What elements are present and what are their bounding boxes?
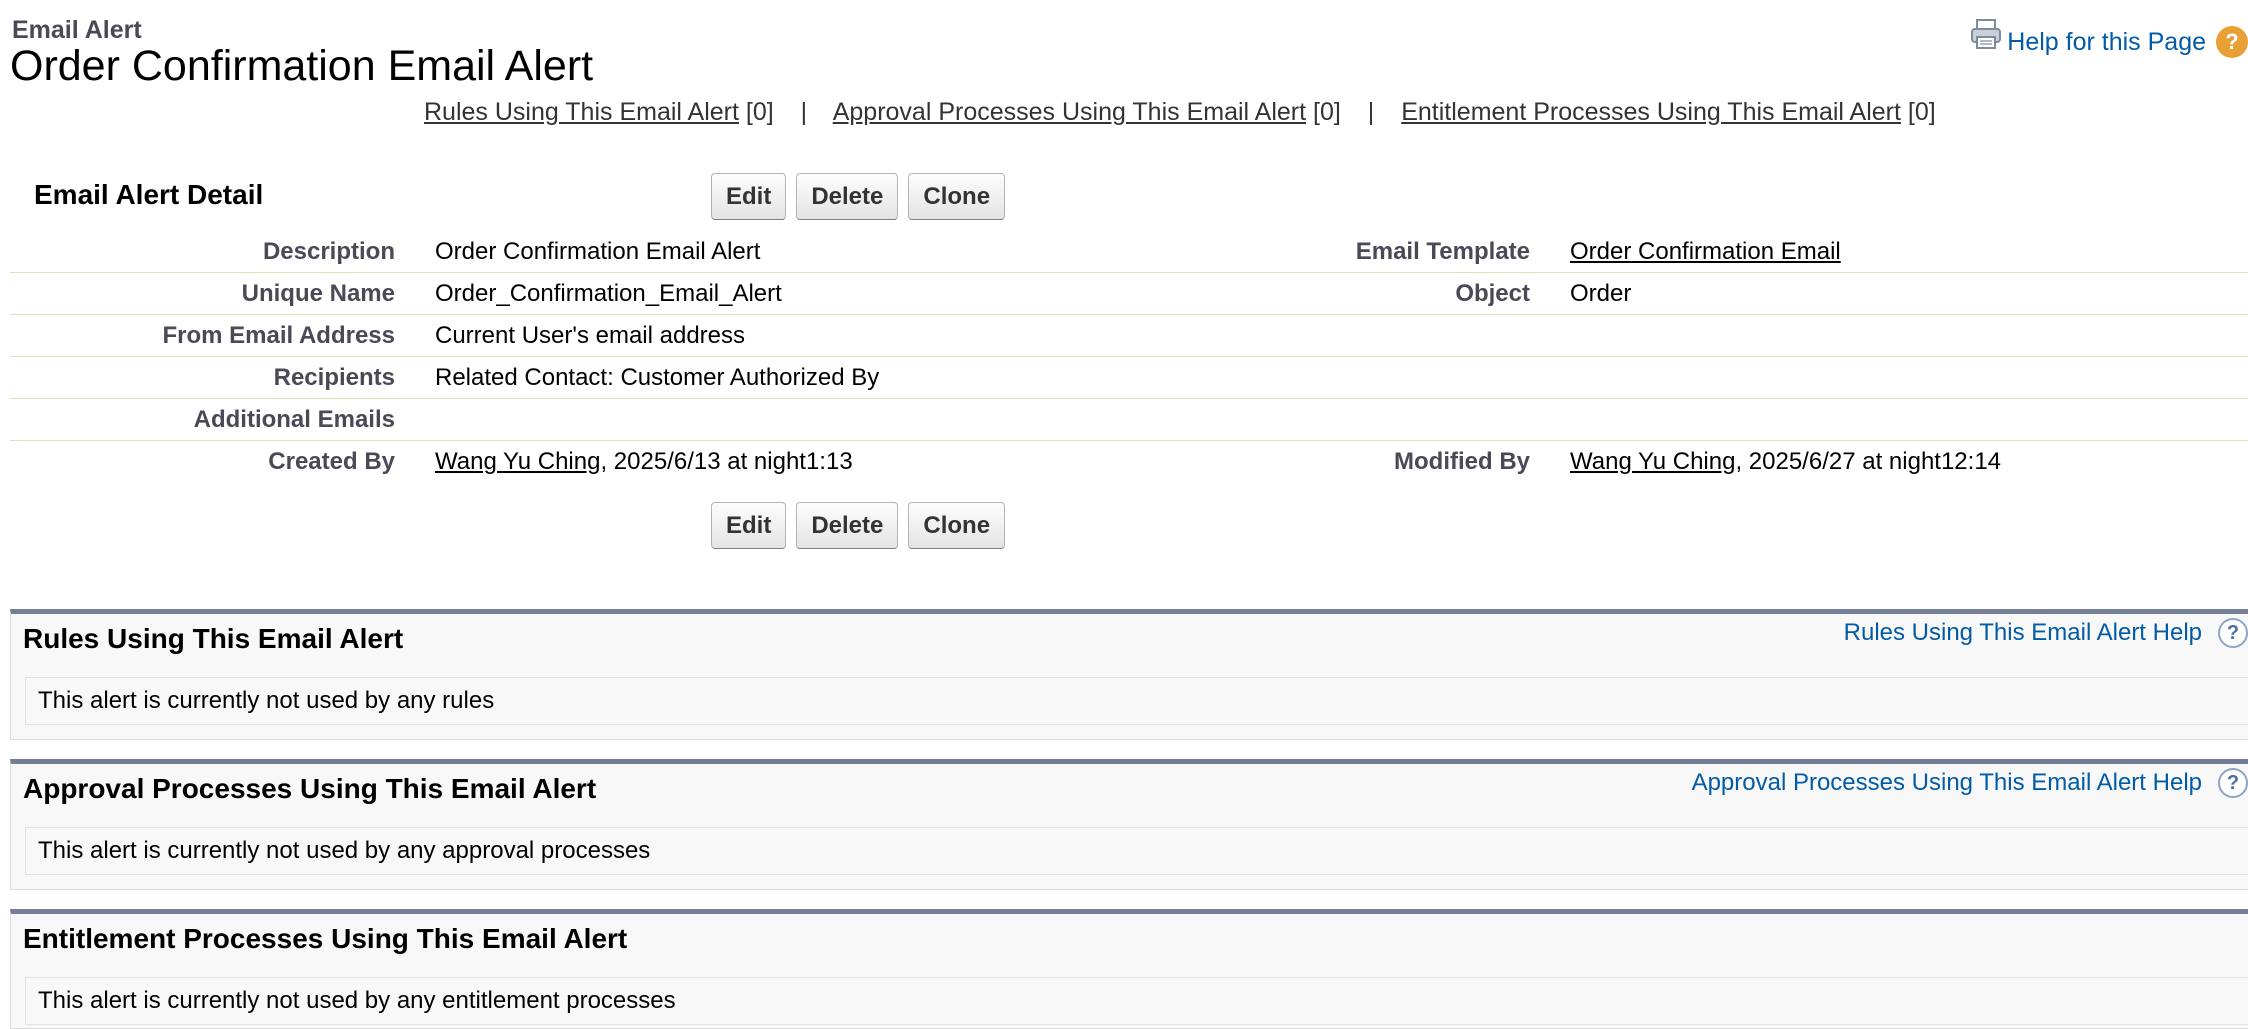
related-list-empty-message: This alert is currently not used by any … bbox=[25, 827, 2248, 875]
detail-table: Description Order Confirmation Email Ale… bbox=[10, 231, 2248, 483]
related-link-entitlement-processes[interactable]: Entitlement Processes Using This Email A… bbox=[1401, 98, 1901, 126]
related-link-entitlement-count: [0] bbox=[1907, 98, 1936, 126]
detail-buttons-top: Edit Delete Clone bbox=[711, 173, 1006, 220]
description-value: Order Confirmation Email Alert bbox=[435, 237, 761, 265]
related-list-help: Approval Processes Using This Email Aler… bbox=[1692, 768, 2248, 798]
printer-icon[interactable] bbox=[1969, 17, 2003, 51]
related-links-bar: Rules Using This Email Alert [0] | Appro… bbox=[424, 98, 1936, 127]
separator: | bbox=[1367, 98, 1375, 126]
created-by-value: Wang Yu Ching, 2025/6/13 at night1:13 bbox=[395, 448, 1165, 476]
related-link-approval-count: [0] bbox=[1313, 98, 1341, 126]
clone-button[interactable]: Clone bbox=[908, 502, 1006, 549]
separator: | bbox=[800, 98, 808, 126]
recipients-label: Recipients bbox=[273, 363, 395, 391]
related-list-approval-processes: Approval Processes Using This Email Aler… bbox=[10, 759, 2248, 890]
question-icon[interactable]: ? bbox=[2218, 618, 2248, 648]
help-icon[interactable]: ? bbox=[2216, 26, 2248, 58]
from-email-label: From Email Address bbox=[162, 321, 395, 349]
help-for-this-page-link[interactable]: Help for this Page bbox=[2007, 28, 2206, 57]
related-list-title: Rules Using This Email Alert bbox=[23, 623, 404, 654]
detail-row: From Email Address Current User's email … bbox=[10, 315, 2248, 357]
related-list-help: Rules Using This Email Alert Help ? bbox=[1844, 618, 2248, 648]
email-template-label: Email Template bbox=[1355, 237, 1530, 265]
detail-row: Unique Name Order_Confirmation_Email_Ale… bbox=[10, 273, 2248, 315]
page-help: Help for this Page ? bbox=[1969, 17, 2248, 58]
created-by-date: , 2025/6/13 at night1:13 bbox=[600, 448, 853, 475]
recipients-value: Related Contact: Customer Authorized By bbox=[435, 363, 880, 391]
unique-name-value: Order_Confirmation_Email_Alert bbox=[435, 279, 782, 307]
detail-row: Description Order Confirmation Email Ale… bbox=[10, 231, 2248, 273]
modified-by-value: Wang Yu Ching, 2025/6/27 at night12:14 bbox=[1530, 448, 2001, 476]
created-by-label: Created By bbox=[268, 448, 395, 475]
related-link-approval-processes[interactable]: Approval Processes Using This Email Aler… bbox=[833, 98, 1306, 126]
related-list-empty-message: This alert is currently not used by any … bbox=[25, 677, 2248, 725]
detail-row: Recipients Related Contact: Customer Aut… bbox=[10, 357, 2248, 399]
related-list-title: Entitlement Processes Using This Email A… bbox=[23, 923, 628, 954]
related-list-rules: Rules Using This Email Alert Rules Using… bbox=[10, 609, 2248, 740]
related-list-title: Approval Processes Using This Email Aler… bbox=[23, 773, 597, 804]
description-label: Description bbox=[262, 237, 395, 265]
entity-type-label: Email Alert bbox=[12, 16, 142, 44]
related-link-rules[interactable]: Rules Using This Email Alert bbox=[424, 98, 739, 126]
modified-by-label: Modified By bbox=[1394, 448, 1530, 475]
email-template-link[interactable]: Order Confirmation Email bbox=[1570, 238, 1841, 265]
edit-button[interactable]: Edit bbox=[711, 173, 787, 220]
detail-section-title: Email Alert Detail bbox=[34, 179, 264, 210]
modified-by-date: , 2025/6/27 at night12:14 bbox=[1735, 448, 2002, 475]
additional-emails-label: Additional Emails bbox=[193, 405, 395, 433]
from-email-value: Current User's email address bbox=[435, 321, 746, 349]
object-value: Order bbox=[1570, 279, 1632, 307]
page: Email Alert Order Confirmation Email Ale… bbox=[0, 0, 2248, 1029]
approval-processes-help-link[interactable]: Approval Processes Using This Email Aler… bbox=[1692, 769, 2202, 797]
delete-button[interactable]: Delete bbox=[796, 502, 899, 549]
page-title: Order Confirmation Email Alert bbox=[10, 42, 594, 90]
related-list-entitlement-processes: Entitlement Processes Using This Email A… bbox=[10, 909, 2248, 1029]
detail-row: Additional Emails bbox=[10, 399, 2248, 441]
detail-buttons-bottom: Edit Delete Clone bbox=[711, 502, 1006, 549]
modified-by-user-link[interactable]: Wang Yu Ching bbox=[1570, 448, 1735, 475]
clone-button[interactable]: Clone bbox=[908, 173, 1006, 220]
rules-help-link[interactable]: Rules Using This Email Alert Help bbox=[1844, 619, 2202, 647]
question-icon[interactable]: ? bbox=[2218, 768, 2248, 798]
object-label: Object bbox=[1455, 279, 1530, 307]
unique-name-label: Unique Name bbox=[241, 279, 395, 307]
related-link-rules-count: [0] bbox=[745, 98, 774, 126]
detail-row: Created By Wang Yu Ching, 2025/6/13 at n… bbox=[10, 441, 2248, 483]
edit-button[interactable]: Edit bbox=[711, 502, 787, 549]
created-by-user-link[interactable]: Wang Yu Ching bbox=[435, 448, 600, 475]
delete-button[interactable]: Delete bbox=[796, 173, 899, 220]
related-list-empty-message: This alert is currently not used by any … bbox=[25, 977, 2248, 1025]
